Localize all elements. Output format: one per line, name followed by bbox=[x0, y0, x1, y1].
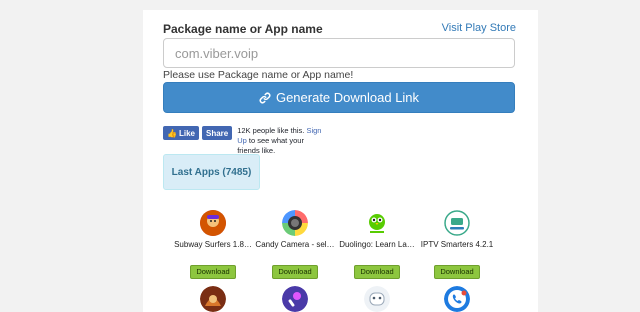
link-icon bbox=[259, 92, 271, 104]
app-card bbox=[335, 286, 419, 312]
duolingo-icon[interactable] bbox=[364, 210, 390, 236]
download-button[interactable]: Download bbox=[272, 265, 318, 279]
generate-button-label: Generate Download Link bbox=[275, 90, 420, 105]
download-button[interactable]: Download bbox=[434, 265, 480, 279]
package-name-label: Package name or App name bbox=[163, 22, 323, 36]
download-button[interactable]: Download bbox=[354, 265, 400, 279]
candy-camera-icon[interactable] bbox=[282, 210, 308, 236]
robot-face-icon[interactable] bbox=[364, 286, 390, 312]
subway-surfers-icon[interactable] bbox=[200, 210, 226, 236]
facebook-like-widget: 👍 Like Share 12K people like this. Sign U… bbox=[163, 126, 327, 155]
last-apps-button[interactable]: Last Apps (7485) bbox=[163, 154, 260, 190]
input-hint: Please use Package name or App name! bbox=[163, 69, 354, 81]
app-card: Subway Surfers 1.8… Download bbox=[171, 210, 255, 279]
facebook-share-button[interactable]: Share bbox=[201, 126, 233, 140]
app-name[interactable]: Duolingo: Learn La… bbox=[335, 240, 419, 249]
app-name[interactable]: Candy Camera - sel… bbox=[253, 240, 337, 249]
iptv-smarters-icon[interactable] bbox=[444, 210, 470, 236]
app-name[interactable]: IPTV Smarters 4.2.1 bbox=[415, 240, 499, 249]
app-card bbox=[415, 286, 499, 312]
phone-call-icon[interactable] bbox=[444, 286, 470, 312]
app-card bbox=[171, 286, 255, 312]
visit-play-store-link[interactable]: Visit Play Store bbox=[442, 22, 516, 34]
facebook-like-button[interactable]: 👍 Like bbox=[163, 126, 199, 140]
package-name-input[interactable] bbox=[163, 38, 515, 68]
music-mic-icon[interactable] bbox=[282, 286, 308, 312]
app-card bbox=[253, 286, 337, 312]
download-button[interactable]: Download bbox=[190, 265, 236, 279]
app-card: Duolingo: Learn La… Download bbox=[335, 210, 419, 279]
app-card: Candy Camera - sel… Download bbox=[253, 210, 337, 279]
facebook-like-text: 12K people like this. Sign Up to see wha… bbox=[237, 126, 322, 155]
generate-download-link-button[interactable]: Generate Download Link bbox=[163, 82, 515, 113]
app-card: IPTV Smarters 4.2.1 Download bbox=[415, 210, 499, 279]
app-name[interactable]: Subway Surfers 1.8… bbox=[171, 240, 255, 249]
download-card: Package name or App name Visit Play Stor… bbox=[143, 10, 538, 312]
game-character-icon[interactable] bbox=[200, 286, 226, 312]
thumbs-up-icon: 👍 bbox=[167, 128, 177, 138]
